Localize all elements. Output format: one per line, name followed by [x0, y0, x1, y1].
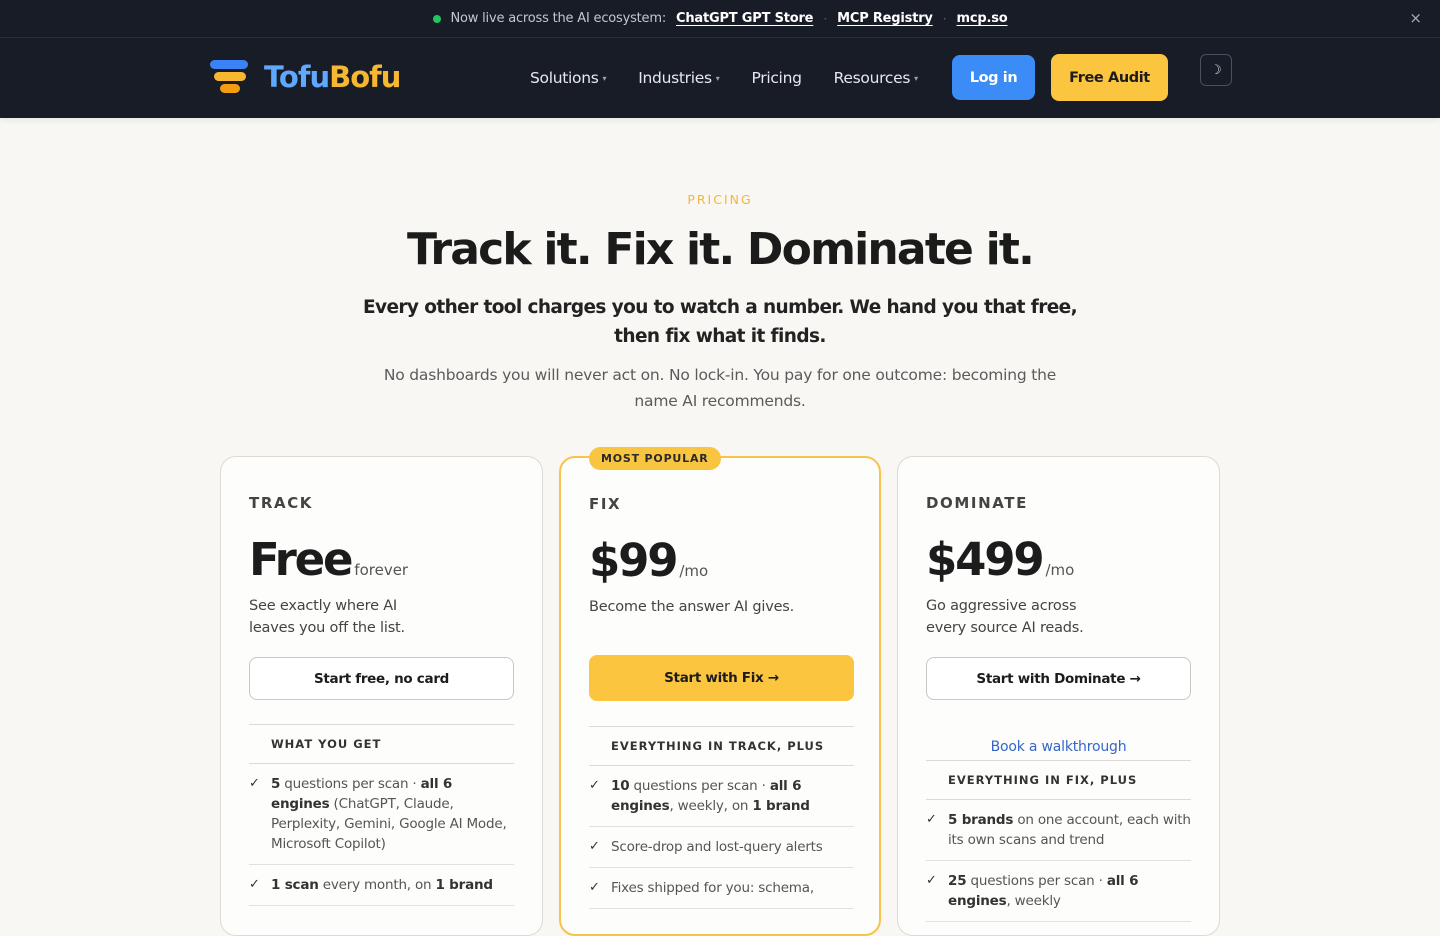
- page-subtitle: Every other tool charges you to watch a …: [362, 297, 1078, 347]
- list-item: ✓ Fixes shipped for you: schema,: [589, 868, 854, 909]
- nav-menu: Solutions ▾ Industries ▾ Pricing Resources…: [530, 38, 918, 118]
- brand-name: TofuBofu: [264, 60, 401, 94]
- list-item: ✓ 25 questions per scan · all 6 engines,…: [926, 861, 1191, 922]
- plan-price: $99 /mo: [589, 534, 708, 587]
- price-period: /mo: [1045, 561, 1075, 579]
- price-value: $499: [926, 533, 1045, 586]
- plan-card-dominate: DOMINATE $499 /mo Go aggressive across e…: [897, 456, 1220, 936]
- nav-item-pricing[interactable]: Pricing: [751, 69, 801, 87]
- login-button[interactable]: Log in: [952, 55, 1035, 100]
- feature-list: EVERYTHING IN TRACK, PLUS ✓ 10 questions…: [589, 726, 854, 909]
- plan-price: $499 /mo: [926, 533, 1074, 586]
- nav-item-resources[interactable]: Resources ▾: [834, 69, 918, 87]
- start-with-fix-button[interactable]: Start with Fix →: [589, 655, 854, 701]
- chevron-down-icon: ▾: [715, 73, 720, 83]
- plan-card-fix: MOST POPULAR FIX $99 /mo Become the answ…: [559, 447, 881, 936]
- moon-icon[interactable]: ☽: [1200, 54, 1232, 86]
- start-with-dominate-button[interactable]: Start with Dominate →: [926, 657, 1191, 700]
- price-value: $99: [589, 534, 679, 587]
- book-walkthrough-link[interactable]: Book a walkthrough: [926, 739, 1191, 755]
- page-description: No dashboards you will never act on. No …: [383, 366, 1057, 410]
- check-icon: ✓: [589, 880, 600, 895]
- check-icon: ✓: [249, 877, 260, 892]
- live-status-dot: [432, 14, 441, 23]
- chevron-down-icon: ▾: [602, 73, 607, 83]
- feature-list-heading: EVERYTHING IN FIX, PLUS: [926, 760, 1191, 800]
- announcement-text: Now live across the AI ecosystem:: [450, 11, 667, 26]
- check-icon: ✓: [926, 812, 937, 827]
- most-popular-badge: MOST POPULAR: [589, 447, 721, 470]
- nav-item-solutions[interactable]: Solutions ▾: [530, 69, 607, 87]
- plan-tagline: Go aggressive across every source AI rea…: [926, 598, 1084, 636]
- link-mcp-registry[interactable]: MCP Registry: [837, 11, 933, 26]
- brand-logo[interactable]: TofuBofu: [210, 60, 401, 94]
- plan-card-track: TRACK Free forever See exactly where AI …: [220, 456, 543, 936]
- plan-name: FIX: [589, 495, 622, 513]
- separator: ·: [823, 11, 828, 26]
- price-value: Free: [249, 533, 354, 586]
- check-icon: ✓: [926, 873, 937, 888]
- list-item: ✓ 10 questions per scan · all 6 engines,…: [589, 766, 854, 827]
- check-icon: ✓: [589, 778, 600, 793]
- section-eyebrow: PRICING: [687, 192, 753, 207]
- link-mcp-so[interactable]: mcp.so: [957, 11, 1008, 26]
- close-icon[interactable]: ×: [1409, 9, 1422, 27]
- announcement-bar: Now live across the AI ecosystem: ChatGP…: [0, 0, 1440, 38]
- list-item: ✓ 5 brands on one account, each with its…: [926, 800, 1191, 861]
- list-item: ✓ Score-drop and lost-query alerts: [589, 827, 854, 868]
- main-nav: TofuBofu Solutions ▾ Industries ▾ Pricing …: [0, 38, 1440, 118]
- logo-icon: [210, 60, 250, 94]
- plan-name: TRACK: [249, 494, 314, 512]
- check-icon: ✓: [589, 839, 600, 854]
- feature-list-heading: EVERYTHING IN TRACK, PLUS: [589, 726, 854, 766]
- page-title: Track it. Fix it. Dominate it.: [406, 224, 1035, 275]
- feature-list: EVERYTHING IN FIX, PLUS ✓ 5 brands on on…: [926, 760, 1191, 922]
- plan-tagline: See exactly where AI leaves you off the …: [249, 598, 405, 636]
- check-icon: ✓: [249, 776, 260, 791]
- plan-price: Free forever: [249, 533, 408, 586]
- price-period: forever: [354, 561, 409, 579]
- start-free-button[interactable]: Start free, no card: [249, 657, 514, 700]
- feature-list-heading: WHAT YOU GET: [249, 724, 514, 764]
- separator: ·: [942, 11, 947, 26]
- feature-list: WHAT YOU GET ✓ 5 questions per scan · al…: [249, 724, 514, 906]
- nav-item-industries[interactable]: Industries ▾: [638, 69, 720, 87]
- price-period: /mo: [679, 562, 709, 580]
- link-chatgpt-gpt-store[interactable]: ChatGPT GPT Store: [676, 11, 814, 26]
- list-item: ✓ 5 questions per scan · all 6 engines (…: [249, 764, 514, 865]
- free-audit-button[interactable]: Free Audit: [1051, 54, 1168, 101]
- plan-name: DOMINATE: [926, 494, 1028, 512]
- chevron-down-icon: ▾: [914, 73, 918, 83]
- plan-tagline: Become the answer AI gives.: [589, 599, 795, 615]
